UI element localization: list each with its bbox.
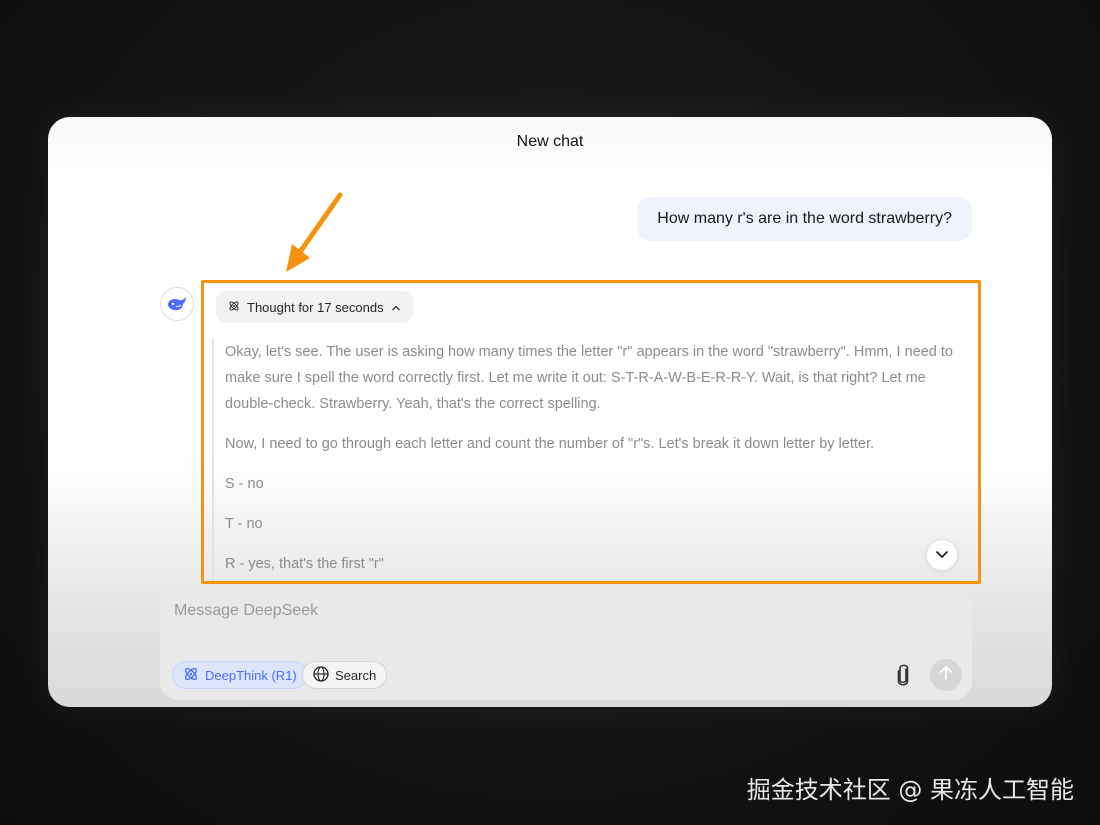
- thought-paragraph: S - no: [225, 476, 264, 492]
- atom-icon: [183, 666, 199, 685]
- deepthink-toggle-button[interactable]: DeepThink (R1): [172, 661, 308, 689]
- thought-paragraph: T - no: [225, 516, 263, 532]
- search-label: Search: [335, 667, 377, 683]
- thought-paragraph: Okay, let's see. The user is asking how …: [225, 344, 953, 412]
- annotation-arrow-icon: [286, 192, 343, 272]
- search-toggle-button[interactable]: Search: [302, 661, 388, 689]
- deepthink-label: DeepThink (R1): [205, 667, 297, 683]
- atom-icon: [228, 300, 240, 315]
- thought-paragraph: Now, I need to go through each letter an…: [225, 436, 875, 452]
- thought-content: Okay, let's see. The user is asking how …: [212, 339, 964, 581]
- thought-toggle-label: Thought for 17 seconds: [247, 299, 384, 315]
- globe-icon: [313, 665, 329, 685]
- paperclip-icon[interactable]: [890, 662, 916, 688]
- page-title: New chat: [516, 133, 584, 150]
- thought-paragraph: R - yes, that's the first "r": [225, 556, 384, 572]
- chevron-up-icon: [391, 300, 401, 315]
- watermark: 掘金技术社区 @ 果冻人工智能: [746, 776, 1074, 804]
- message-composer: Message DeepSeek DeepThink (R1) Search: [160, 588, 972, 700]
- chat-window: New chat How many r's are in the word st…: [48, 117, 1052, 707]
- thought-highlight-box: Thought for 17 seconds Okay, let's see. …: [201, 280, 981, 584]
- send-button[interactable]: [930, 659, 962, 691]
- thought-toggle-button[interactable]: Thought for 17 seconds: [216, 291, 413, 323]
- deepseek-whale-icon: [160, 287, 194, 321]
- user-message-bubble: How many r's are in the word strawberry?: [637, 197, 972, 241]
- scroll-down-button[interactable]: [926, 539, 958, 571]
- arrow-up-icon: [939, 665, 953, 686]
- chevron-down-icon: [935, 546, 949, 564]
- message-input[interactable]: Message DeepSeek: [174, 602, 318, 620]
